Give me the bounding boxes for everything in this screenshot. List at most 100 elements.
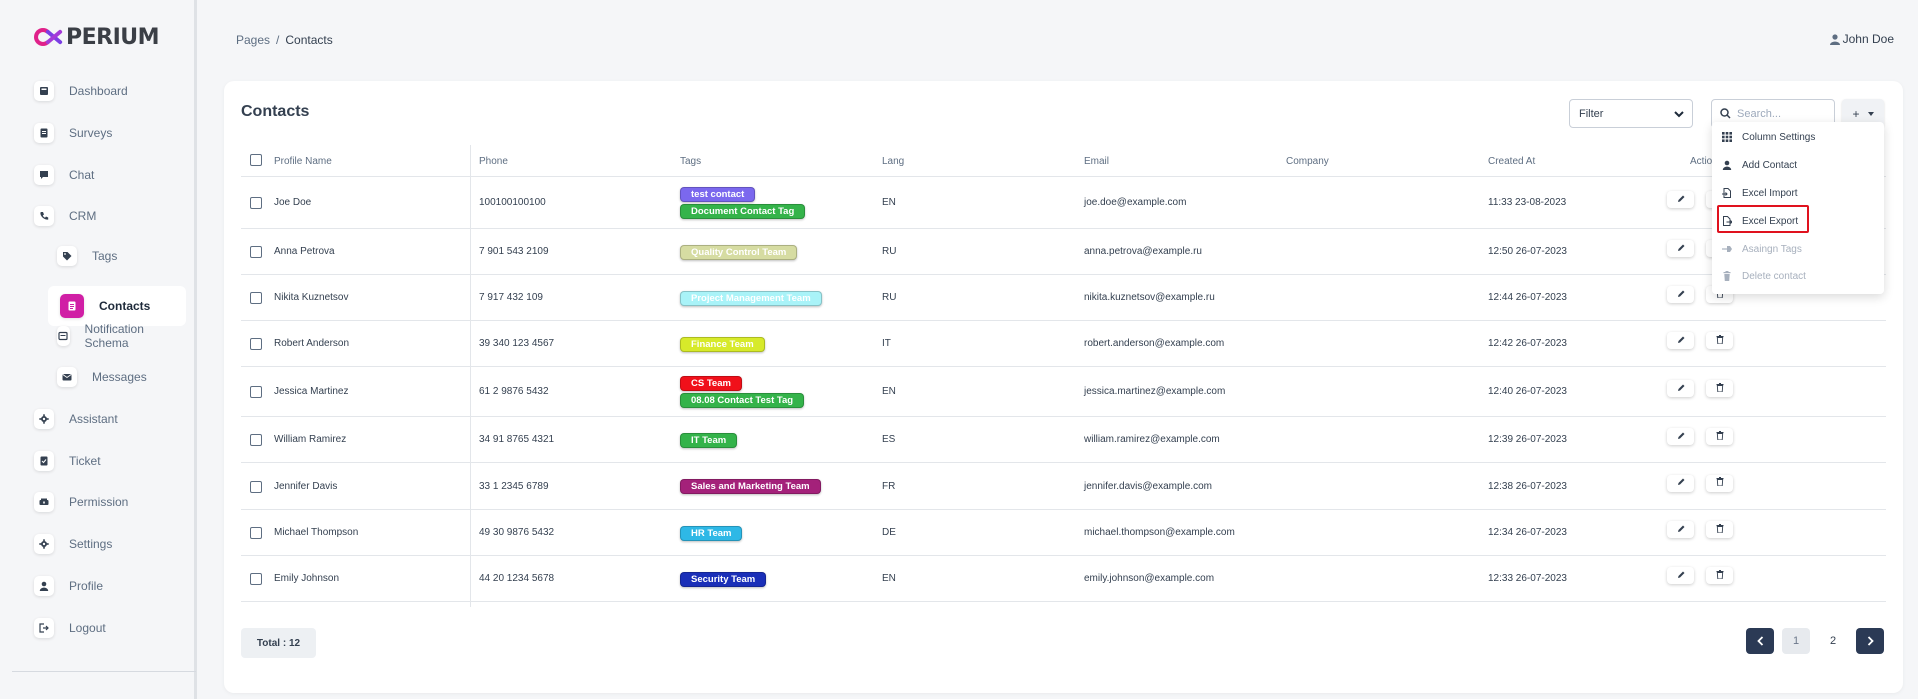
lang: RU xyxy=(882,246,897,257)
lang: EN xyxy=(882,573,896,584)
sidebar-item-label: Notification Schema xyxy=(84,322,144,350)
sidebar-item-dashboard[interactable]: Dashboard xyxy=(34,79,128,103)
page-1-button[interactable]: 1 xyxy=(1782,628,1810,654)
menu-item-label: Delete contact xyxy=(1742,270,1806,282)
tag-list: Quality Control Team xyxy=(680,244,798,260)
created-at: 12:40 26-07-2023 xyxy=(1488,386,1567,397)
sidebar-item-logout[interactable]: Logout xyxy=(34,616,106,640)
delete-button[interactable] xyxy=(1706,567,1733,584)
sidebar-item-settings[interactable]: Settings xyxy=(34,532,112,556)
edit-button[interactable] xyxy=(1667,286,1694,303)
breadcrumb-separator: / xyxy=(276,33,280,47)
table-row[interactable]: William Ramirez 34 91 8765 4321 IT Team ES w… xyxy=(241,417,1886,463)
table-row[interactable]: Nikita Kuznetsov 7 917 432 109 Project Man… xyxy=(241,275,1886,321)
envelope-icon xyxy=(57,367,77,387)
add-label: + xyxy=(1852,106,1860,121)
profile-name: Jessica Martinez xyxy=(274,386,349,397)
sidebar-item-permission[interactable]: Permission xyxy=(34,490,128,514)
table-header: Profile Name Phone Tags Lang Email Compa… xyxy=(241,145,1886,177)
sidebar-item-assistant[interactable]: Assistant xyxy=(34,407,118,431)
user-menu[interactable]: John Doe xyxy=(1829,32,1894,46)
col-phone[interactable]: Phone xyxy=(479,156,508,167)
row-checkbox[interactable] xyxy=(250,386,262,398)
delete-button[interactable] xyxy=(1706,332,1733,349)
col-tags[interactable]: Tags xyxy=(680,156,701,167)
table-row[interactable]: Robert Anderson 39 340 123 4567 Finance Te… xyxy=(241,321,1886,367)
tag-list: CS Team 08.08 Contact Test Tag xyxy=(680,376,805,408)
menu-item-label: Column Settings xyxy=(1742,131,1816,143)
row-checkbox[interactable] xyxy=(250,338,262,350)
row-checkbox[interactable] xyxy=(250,292,262,304)
col-company[interactable]: Company xyxy=(1286,156,1329,167)
edit-button[interactable] xyxy=(1667,380,1694,397)
brand-mark-icon xyxy=(34,27,64,47)
edit-button[interactable] xyxy=(1667,567,1694,584)
phone: 49 30 9876 5432 xyxy=(479,527,555,538)
pencil-icon xyxy=(1677,383,1685,395)
row-checkbox[interactable] xyxy=(250,527,262,539)
sidebar-item-label: Ticket xyxy=(69,454,101,468)
brand-logo[interactable]: PERIUM xyxy=(34,24,160,50)
sidebar-item-contacts[interactable]: Contacts xyxy=(48,286,186,326)
contacts-card: Contacts Filter + Profile Name Phone Tag… xyxy=(224,81,1903,693)
filter-select[interactable]: Filter xyxy=(1569,99,1693,128)
sidebar-item-profile[interactable]: Profile xyxy=(34,574,103,598)
tag-list: test contact Document Contact Tag xyxy=(680,187,806,219)
user-icon xyxy=(1829,33,1840,45)
menu-item-label: Excel Export xyxy=(1742,215,1799,227)
table-row[interactable]: Anna Petrova 7 901 543 2109 Quality Contro… xyxy=(241,229,1886,275)
table-row[interactable]: Jessica Martinez 61 2 9876 5432 CS Team 08.… xyxy=(241,367,1886,417)
row-checkbox[interactable] xyxy=(250,246,262,258)
delete-button[interactable] xyxy=(1706,474,1733,492)
row-checkbox[interactable] xyxy=(250,197,262,209)
search-input[interactable] xyxy=(1737,107,1827,120)
menu-item-add-contact[interactable]: Add Contact xyxy=(1722,157,1797,173)
trash-icon xyxy=(1723,271,1731,281)
sidebar-item-label: Logout xyxy=(69,621,106,635)
table-row[interactable]: Jennifer Davis 33 1 2345 6789 Sales and Ma… xyxy=(241,463,1886,510)
select-all-checkbox[interactable] xyxy=(250,154,262,166)
delete-button[interactable] xyxy=(1706,521,1733,538)
edit-button[interactable] xyxy=(1667,428,1694,445)
row-checkbox[interactable] xyxy=(250,434,262,446)
edit-button[interactable] xyxy=(1667,240,1694,257)
page-2-button[interactable]: 2 xyxy=(1819,628,1847,654)
sidebar-item-crm[interactable]: CRM xyxy=(34,204,96,228)
table-row[interactable]: Joe Doe 100100100100 test contact Document … xyxy=(241,177,1886,229)
edit-button[interactable] xyxy=(1667,332,1694,349)
sidebar-item-label: Tags xyxy=(92,249,118,263)
menu-item-delete-contact: Delete contact xyxy=(1722,268,1806,284)
pencil-icon xyxy=(1677,570,1685,582)
menu-item-column-settings[interactable]: Column Settings xyxy=(1722,129,1815,145)
breadcrumb-pages[interactable]: Pages xyxy=(236,33,270,47)
sidebar-item-ticket[interactable]: Ticket xyxy=(34,449,101,473)
prev-page-button[interactable] xyxy=(1746,628,1774,654)
sidebar-item-notification-schema[interactable]: Notification Schema xyxy=(57,322,151,350)
tag-badge: Sales and Marketing Team xyxy=(680,479,821,494)
col-created-at[interactable]: Created At xyxy=(1488,156,1535,167)
sidebar-item-tags[interactable]: Tags xyxy=(57,244,117,268)
email: emily.johnson@example.com xyxy=(1084,573,1215,584)
menu-item-excel-export[interactable]: Excel Export xyxy=(1722,213,1798,229)
sidebar-item-chat[interactable]: Chat xyxy=(34,163,94,187)
row-checkbox[interactable] xyxy=(250,480,262,493)
tag-badge: test contact xyxy=(680,187,756,202)
col-lang[interactable]: Lang xyxy=(882,156,904,167)
sidebar-item-surveys[interactable]: Surveys xyxy=(34,121,112,145)
tag-badge: CS Team xyxy=(680,376,742,391)
col-email[interactable]: Email xyxy=(1084,156,1109,167)
sidebar-divider xyxy=(12,671,196,672)
col-profile-name[interactable]: Profile Name xyxy=(274,156,332,167)
next-page-button[interactable] xyxy=(1856,628,1884,654)
table-row[interactable]: Emily Johnson 44 20 1234 5678 Security Tea… xyxy=(241,556,1886,602)
table-row[interactable]: Michael Thompson 49 30 9876 5432 HR Team DE… xyxy=(241,510,1886,556)
edit-button[interactable] xyxy=(1667,474,1694,492)
delete-button[interactable] xyxy=(1706,428,1733,445)
menu-item-excel-import[interactable]: Excel Import xyxy=(1722,185,1798,201)
sidebar-item-messages[interactable]: Messages xyxy=(57,365,147,389)
edit-button[interactable] xyxy=(1667,521,1694,538)
delete-button[interactable] xyxy=(1706,380,1733,397)
email: nikita.kuznetsov@example.ru xyxy=(1084,292,1215,303)
edit-button[interactable] xyxy=(1667,191,1694,208)
row-checkbox[interactable] xyxy=(250,573,262,585)
